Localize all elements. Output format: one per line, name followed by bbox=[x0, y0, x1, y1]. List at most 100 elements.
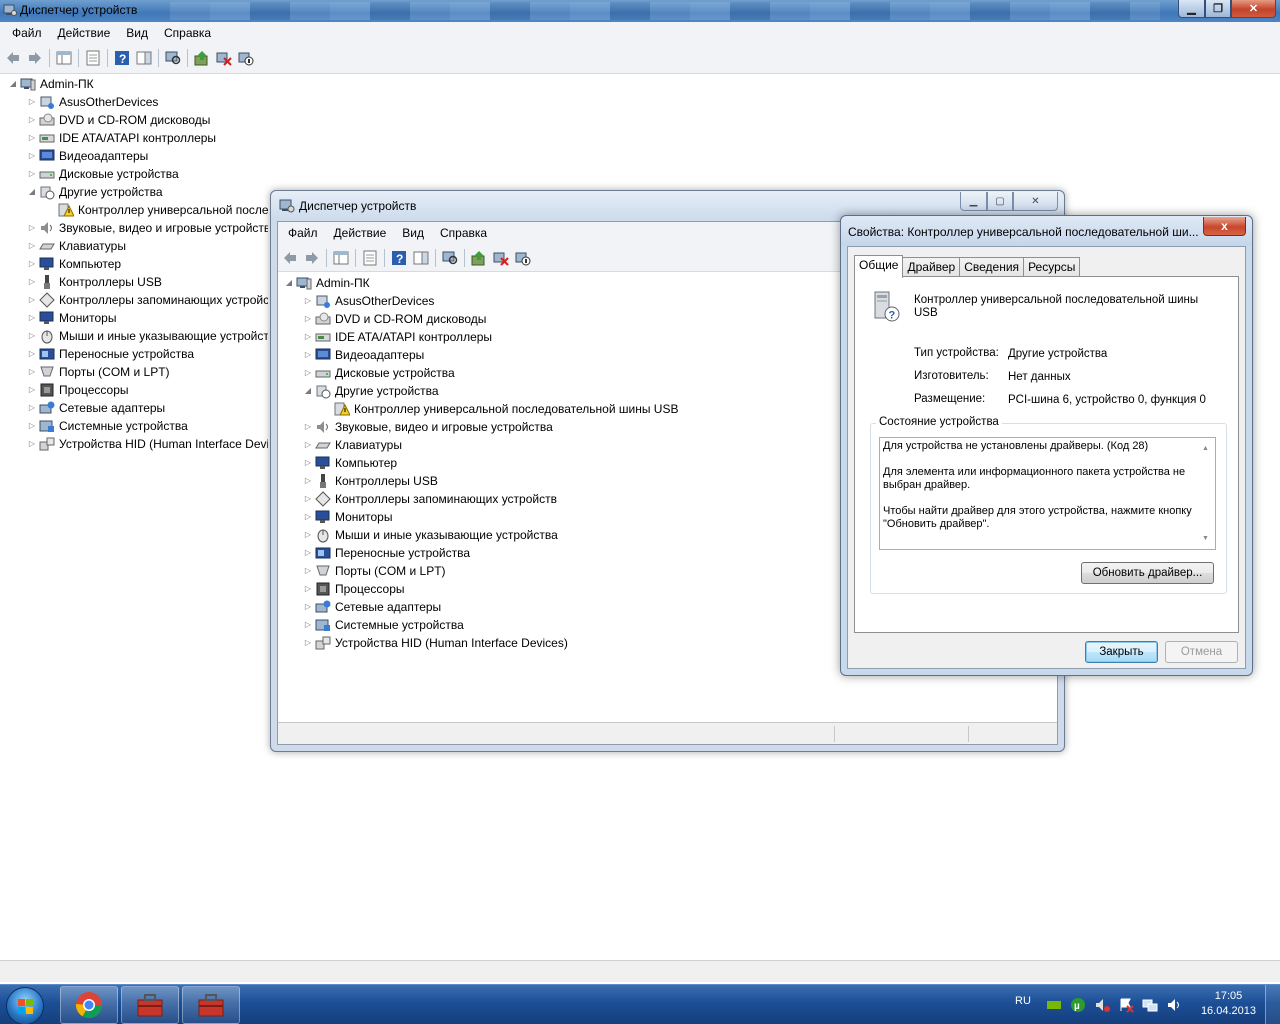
language-indicator[interactable]: RU bbox=[1015, 995, 1031, 1024]
expand-arrow-icon[interactable]: ▷ bbox=[27, 327, 37, 345]
status-scrollbar[interactable]: ▲ ▼ bbox=[1198, 438, 1215, 549]
update-driver-icon[interactable] bbox=[471, 250, 487, 266]
dialog-close-button[interactable]: x bbox=[1203, 217, 1246, 236]
properties-icon[interactable] bbox=[362, 250, 378, 266]
collapse-arrow-icon[interactable]: ◢ bbox=[284, 274, 294, 292]
tree-category[interactable]: ▷ Сетевые адаптеры bbox=[8, 399, 268, 417]
show-desktop-button[interactable] bbox=[1265, 985, 1280, 1024]
forward-arrow-icon[interactable] bbox=[304, 250, 320, 266]
menu-help[interactable]: Справка bbox=[156, 24, 219, 42]
expand-arrow-icon[interactable]: ▷ bbox=[303, 580, 313, 598]
expand-arrow-icon[interactable]: ▷ bbox=[303, 508, 313, 526]
expand-arrow-icon[interactable]: ▷ bbox=[27, 435, 37, 453]
maximize-button[interactable]: ▢ bbox=[987, 192, 1013, 211]
taskbar-device-manager-button-2[interactable] bbox=[182, 986, 240, 1024]
expand-arrow-icon[interactable]: ▷ bbox=[303, 562, 313, 580]
minimize-button[interactable]: ▁ bbox=[1178, 0, 1205, 18]
expand-arrow-icon[interactable]: ▷ bbox=[303, 598, 313, 616]
expand-arrow-icon[interactable]: ▷ bbox=[303, 364, 313, 382]
network-icon[interactable] bbox=[1142, 997, 1158, 1024]
expand-arrow-icon[interactable]: ▷ bbox=[303, 490, 313, 508]
expand-arrow-icon[interactable]: ▷ bbox=[27, 417, 37, 435]
expand-arrow-icon[interactable]: ▷ bbox=[27, 309, 37, 327]
tree-category[interactable]: ▷ Системные устройства bbox=[8, 417, 268, 435]
update-driver-button[interactable]: Обновить драйвер... bbox=[1081, 562, 1214, 584]
expand-arrow-icon[interactable]: ▷ bbox=[27, 273, 37, 291]
tree-category[interactable]: ▷ Переносные устройства bbox=[8, 345, 268, 363]
tree-category[interactable]: ▷ Процессоры bbox=[8, 381, 268, 399]
minimize-button[interactable]: ▁ bbox=[960, 192, 987, 211]
help-icon[interactable]: ? bbox=[391, 250, 407, 266]
main-window-titlebar[interactable]: Диспетчер устройств ▁ ❐ ✕ bbox=[0, 0, 1280, 22]
expand-arrow-icon[interactable]: ▷ bbox=[303, 526, 313, 544]
expand-arrow-icon[interactable]: ▷ bbox=[27, 93, 37, 111]
action-pane-icon[interactable] bbox=[136, 50, 152, 66]
expand-arrow-icon[interactable]: ▷ bbox=[303, 292, 313, 310]
tree-category[interactable]: ▷ Мыши и иные указывающие устройства bbox=[8, 327, 268, 345]
back-arrow-icon[interactable] bbox=[5, 50, 21, 66]
tree-category[interactable]: ▷ AsusOtherDevices bbox=[8, 93, 268, 111]
tree-category[interactable]: ▷ IDE ATA/ATAPI контроллеры bbox=[8, 129, 268, 147]
expand-arrow-icon[interactable]: ▷ bbox=[303, 616, 313, 634]
dialog-titlebar[interactable]: Свойства: Контроллер универсальной после… bbox=[841, 216, 1252, 246]
tree-category[interactable]: ▷ Клавиатуры bbox=[8, 237, 268, 255]
tab-details[interactable]: Сведения bbox=[959, 257, 1025, 277]
tab-resources[interactable]: Ресурсы bbox=[1023, 257, 1081, 277]
tree-category[interactable]: ▷ Мониторы bbox=[8, 309, 268, 327]
menu-action[interactable]: Действие bbox=[50, 24, 119, 42]
close-dialog-button[interactable]: Закрыть bbox=[1085, 641, 1158, 663]
device-status-textbox[interactable]: Для устройства не установлены драйверы. … bbox=[879, 437, 1216, 550]
tree-category[interactable]: ▷ Устройства HID (Human Interface Devices… bbox=[8, 435, 268, 453]
tree-device-item[interactable]: Контроллер универсальной последовательно… bbox=[8, 201, 268, 219]
tab-driver[interactable]: Драйвер bbox=[902, 257, 961, 277]
tree-category[interactable]: ▷ Видеоадаптеры bbox=[8, 147, 268, 165]
tree-category[interactable]: ▷ Порты (COM и LPT) bbox=[8, 363, 268, 381]
expand-arrow-icon[interactable]: ▷ bbox=[303, 634, 313, 652]
menu-help[interactable]: Справка bbox=[432, 224, 495, 242]
disable-device-icon[interactable] bbox=[515, 250, 531, 266]
close-button[interactable]: ✕ bbox=[1013, 192, 1058, 211]
tree-category[interactable]: ▷ Звуковые, видео и игровые устройства bbox=[8, 219, 268, 237]
expand-arrow-icon[interactable]: ▷ bbox=[303, 544, 313, 562]
tree-root[interactable]: ◢ Admin-ПК bbox=[8, 75, 268, 93]
nvidia-icon[interactable] bbox=[1046, 997, 1062, 1024]
menu-view[interactable]: Вид bbox=[118, 24, 156, 42]
restore-button[interactable]: ❐ bbox=[1205, 0, 1231, 18]
expand-arrow-icon[interactable]: ▷ bbox=[27, 399, 37, 417]
utorrent-icon[interactable]: µ bbox=[1070, 997, 1086, 1024]
tree-category[interactable]: ▷ DVD и CD-ROM дисководы bbox=[8, 111, 268, 129]
collapse-arrow-icon[interactable]: ◢ bbox=[27, 183, 37, 201]
tree-category[interactable]: ▷ Контроллеры USB bbox=[8, 273, 268, 291]
collapse-arrow-icon[interactable]: ◢ bbox=[303, 382, 313, 400]
expand-arrow-icon[interactable]: ▷ bbox=[303, 454, 313, 472]
expand-arrow-icon[interactable]: ▷ bbox=[27, 129, 37, 147]
taskbar-device-manager-button[interactable] bbox=[121, 986, 179, 1024]
cancel-button[interactable]: Отмена bbox=[1165, 641, 1238, 663]
menu-file[interactable]: Файл bbox=[280, 224, 326, 242]
tree-category[interactable]: ▷ Компьютер bbox=[8, 255, 268, 273]
expand-arrow-icon[interactable]: ▷ bbox=[27, 147, 37, 165]
expand-arrow-icon[interactable]: ▷ bbox=[27, 255, 37, 273]
expand-arrow-icon[interactable]: ▷ bbox=[27, 381, 37, 399]
expand-arrow-icon[interactable]: ▷ bbox=[303, 328, 313, 346]
uninstall-icon[interactable] bbox=[216, 50, 232, 66]
scan-hardware-icon[interactable] bbox=[442, 250, 458, 266]
volume-icon[interactable] bbox=[1166, 997, 1182, 1024]
properties-icon[interactable] bbox=[85, 50, 101, 66]
close-button[interactable]: ✕ bbox=[1231, 0, 1276, 18]
action-pane-icon[interactable] bbox=[413, 250, 429, 266]
speaker-warning-icon[interactable] bbox=[1094, 997, 1110, 1024]
tree-category[interactable]: ◢ Другие устройства bbox=[8, 183, 268, 201]
expand-arrow-icon[interactable]: ▷ bbox=[27, 219, 37, 237]
show-hide-tree-icon[interactable] bbox=[56, 50, 72, 66]
scroll-down-icon[interactable]: ▼ bbox=[1202, 532, 1209, 545]
expand-arrow-icon[interactable]: ▷ bbox=[303, 472, 313, 490]
clock[interactable]: 17:05 16.04.2013 bbox=[1201, 989, 1256, 1019]
expand-arrow-icon[interactable]: ▷ bbox=[303, 310, 313, 328]
update-driver-icon[interactable] bbox=[194, 50, 210, 66]
expand-arrow-icon[interactable]: ▷ bbox=[303, 418, 313, 436]
action-center-icon[interactable] bbox=[1118, 997, 1134, 1024]
start-button[interactable] bbox=[6, 987, 44, 1024]
expand-arrow-icon[interactable]: ▷ bbox=[27, 291, 37, 309]
expand-arrow-icon[interactable]: ▷ bbox=[303, 436, 313, 454]
